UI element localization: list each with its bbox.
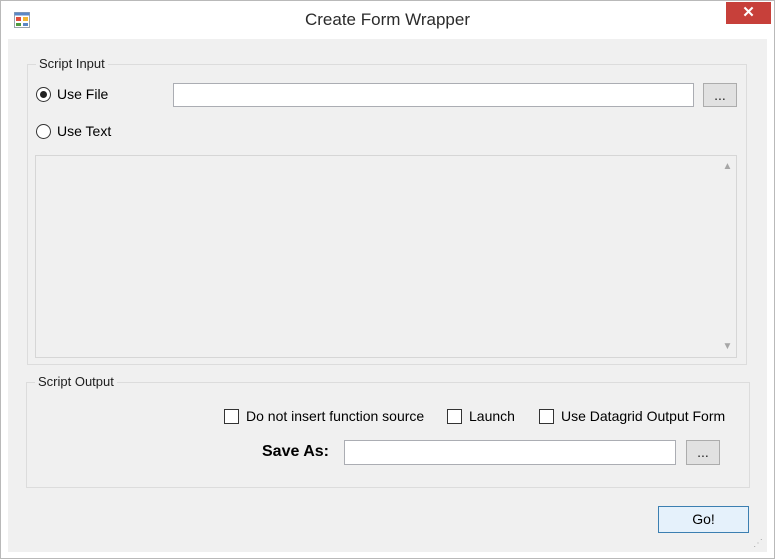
script-text-scrollbar[interactable]: ▲ ▼ [719, 156, 736, 357]
output-browse-label: ... [697, 444, 709, 460]
script-output-group-title: Script Output [35, 374, 117, 389]
use-text-radio-circle[interactable] [36, 123, 51, 139]
use-file-label: Use File [57, 86, 109, 102]
file-path-input[interactable] [173, 83, 694, 107]
scroll-down-icon[interactable]: ▼ [719, 341, 736, 352]
use-file-radio[interactable]: Use File [36, 86, 108, 102]
go-label: Go! [692, 511, 715, 527]
resize-grip-icon[interactable]: ⋰ [753, 538, 765, 550]
close-button[interactable]: ✕ [726, 2, 771, 24]
input-browse-button[interactable]: ... [703, 83, 737, 107]
save-as-label: Save As: [262, 443, 329, 460]
script-text-area[interactable]: ▲ ▼ [35, 155, 737, 358]
script-input-group-title: Script Input [36, 56, 108, 71]
launch-label: Launch [469, 408, 515, 424]
datagrid-output-checkbox[interactable]: Use Datagrid Output Form [539, 408, 725, 424]
window-title: Create Form Wrapper [304, 10, 470, 29]
launch-box[interactable] [447, 408, 462, 424]
launch-checkbox[interactable]: Launch [447, 408, 515, 424]
use-text-label: Use Text [57, 123, 112, 139]
scroll-up-icon[interactable]: ▲ [719, 161, 736, 172]
script-output-group: Script Output [26, 374, 750, 488]
close-icon: ✕ [742, 4, 755, 21]
output-browse-button[interactable]: ... [686, 440, 720, 465]
go-button[interactable]: Go! [658, 506, 749, 533]
no-function-source-box[interactable] [224, 408, 239, 424]
input-browse-label: ... [714, 87, 726, 103]
dialog-client-area: Script Input Use File ... Use Text ▲ ▼ S… [8, 39, 767, 552]
no-function-source-label: Do not insert function source [246, 408, 425, 424]
datagrid-output-box[interactable] [539, 408, 554, 424]
use-text-radio[interactable]: Use Text [36, 123, 111, 139]
title-bar[interactable]: Create Form Wrapper ✕ [1, 1, 774, 39]
use-file-radio-circle[interactable] [36, 86, 51, 102]
datagrid-output-label: Use Datagrid Output Form [561, 408, 726, 424]
save-as-input[interactable] [344, 440, 676, 465]
no-function-source-checkbox[interactable]: Do not insert function source [224, 408, 424, 424]
dialog-window: Create Form Wrapper ✕ Script Input Use F… [0, 0, 775, 559]
